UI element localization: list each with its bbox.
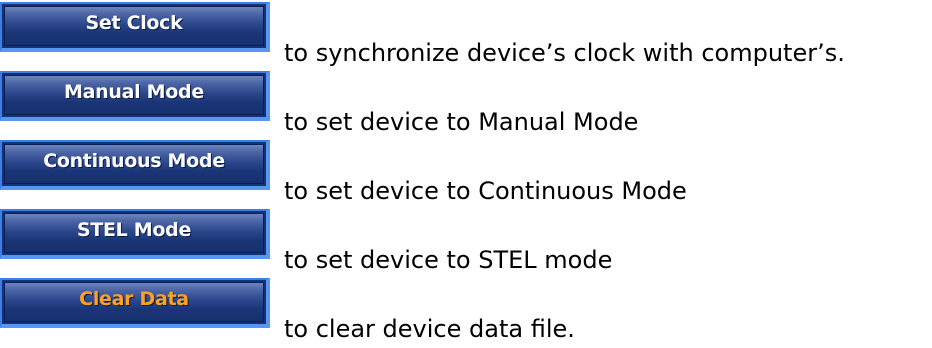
stel-mode-button-label: STEL Mode bbox=[76, 219, 192, 241]
set-clock-row: Set Clock to synchronize device’s clock … bbox=[0, 2, 932, 72]
clear-data-row: Clear Data to clear device data file. bbox=[0, 278, 932, 348]
continuous-mode-button[interactable]: Continuous Mode bbox=[0, 140, 270, 190]
continuous-mode-row: Continuous Mode to set device to Continu… bbox=[0, 140, 932, 210]
stel-mode-button[interactable]: STEL Mode bbox=[0, 209, 270, 259]
clear-data-description: to clear device data file. bbox=[284, 315, 575, 343]
stel-mode-description: to set device to STEL mode bbox=[284, 246, 613, 274]
clear-data-button-face: Clear Data bbox=[4, 282, 264, 322]
manual-mode-button-face: Manual Mode bbox=[4, 75, 264, 115]
manual-mode-description: to set device to Manual Mode bbox=[284, 108, 639, 136]
set-clock-description: to synchronize device’s clock with compu… bbox=[284, 39, 845, 67]
stel-mode-row: STEL Mode to set device to STEL mode bbox=[0, 209, 932, 279]
set-clock-button-face: Set Clock bbox=[4, 6, 264, 46]
continuous-mode-button-label: Continuous Mode bbox=[43, 150, 225, 172]
manual-mode-button[interactable]: Manual Mode bbox=[0, 71, 270, 121]
manual-mode-row: Manual Mode to set device to Manual Mode bbox=[0, 71, 932, 141]
clear-data-button[interactable]: Clear Data bbox=[0, 278, 270, 328]
clear-data-button-label: Clear Data bbox=[79, 288, 189, 310]
continuous-mode-button-face: Continuous Mode bbox=[4, 144, 264, 184]
stel-mode-button-face: STEL Mode bbox=[4, 213, 264, 253]
manual-mode-button-label: Manual Mode bbox=[64, 81, 204, 103]
set-clock-button-label: Set Clock bbox=[85, 12, 183, 34]
continuous-mode-description: to set device to Continuous Mode bbox=[284, 177, 687, 205]
set-clock-button[interactable]: Set Clock bbox=[0, 2, 270, 52]
